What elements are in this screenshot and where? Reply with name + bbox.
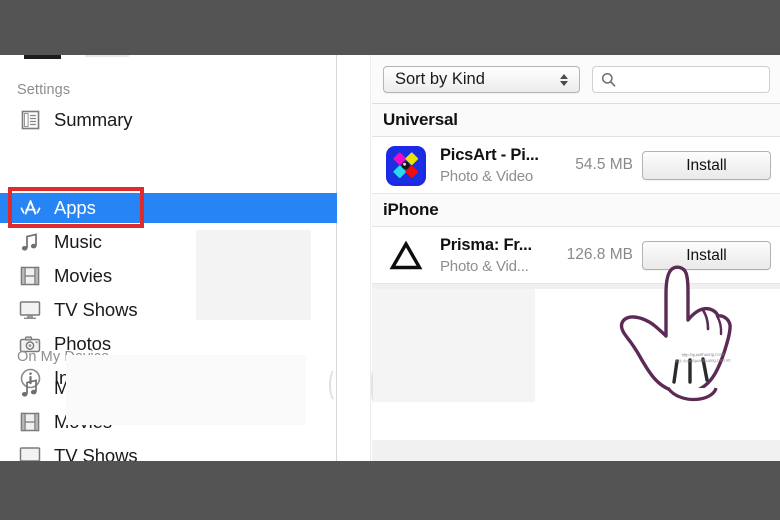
bottom-letterbox-bar: [0, 461, 780, 520]
chevron-updown-icon: [560, 73, 568, 86]
sidebar: Settings Summary Apps Music Movies TV Sh…: [0, 46, 337, 466]
background-artifact-a: [196, 230, 311, 320]
app-store-icon: [18, 197, 42, 219]
sidebar-item-label: Summary: [54, 109, 133, 130]
music-note-icon: [18, 231, 42, 253]
sort-dropdown-label: Sort by Kind: [395, 70, 485, 88]
sidebar-item-label: Movies: [54, 265, 112, 286]
sidebar-item-apps[interactable]: Apps: [0, 193, 337, 223]
app-size-label: 54.5 MB: [575, 156, 633, 173]
sort-by-kind-dropdown[interactable]: Sort by Kind: [383, 66, 580, 93]
sidebar-item-label: Music: [54, 231, 102, 252]
app-name-label: PicsArt - Pi...: [440, 146, 539, 164]
search-input[interactable]: [622, 71, 752, 88]
panel-divider: [370, 55, 371, 461]
group-header-universal: Universal: [372, 104, 780, 137]
group-header-label: iPhone: [383, 200, 439, 219]
apps-toolbar: Sort by Kind: [372, 55, 780, 104]
picsart-app-icon: [386, 146, 426, 186]
app-category-label: Photo & Vid...: [440, 258, 529, 275]
group-header-iphone: iPhone: [372, 194, 780, 227]
top-letterbox-bar: [0, 0, 780, 55]
prisma-triangle-icon: [386, 236, 426, 276]
sidebar-section-settings: Settings: [17, 82, 71, 98]
sidebar-item-summary[interactable]: Summary: [0, 105, 337, 135]
summary-document-icon: [18, 109, 42, 131]
watermark-line-2: FB: /com/quanthuong.com.vn: [675, 357, 731, 364]
background-artifact-b: [66, 355, 306, 425]
sidebar-item-label: Apps: [54, 197, 96, 218]
app-name-label: Prisma: Fr...: [440, 236, 532, 254]
app-category-label: Photo & Video: [440, 168, 534, 185]
background-curve-artifact: [329, 367, 345, 403]
panel-shade-artifact: [372, 284, 535, 402]
screenshot-root: Settings Summary Apps Music Movies TV Sh…: [0, 0, 780, 520]
tv-monitor-icon: [18, 299, 42, 321]
sidebar-item-label: TV Shows: [54, 299, 138, 320]
background-curve-artifact-2: [371, 371, 376, 401]
search-icon: [601, 72, 616, 87]
film-strip-icon: [18, 265, 42, 287]
group-header-label: Universal: [383, 110, 458, 129]
pointing-hand-icon: [610, 258, 740, 408]
watermark-text: http://quanthuong.com/ FB: /com/quanthuo…: [672, 351, 734, 366]
film-strip-icon: [18, 411, 42, 433]
install-button-picsart[interactable]: Install: [642, 151, 771, 180]
panel-footer-shade: [372, 440, 780, 461]
app-row-picsart[interactable]: PicsArt - Pi... Photo & Video 54.5 MB In…: [372, 137, 780, 194]
search-field[interactable]: [592, 66, 770, 93]
music-note-icon: [18, 377, 42, 399]
